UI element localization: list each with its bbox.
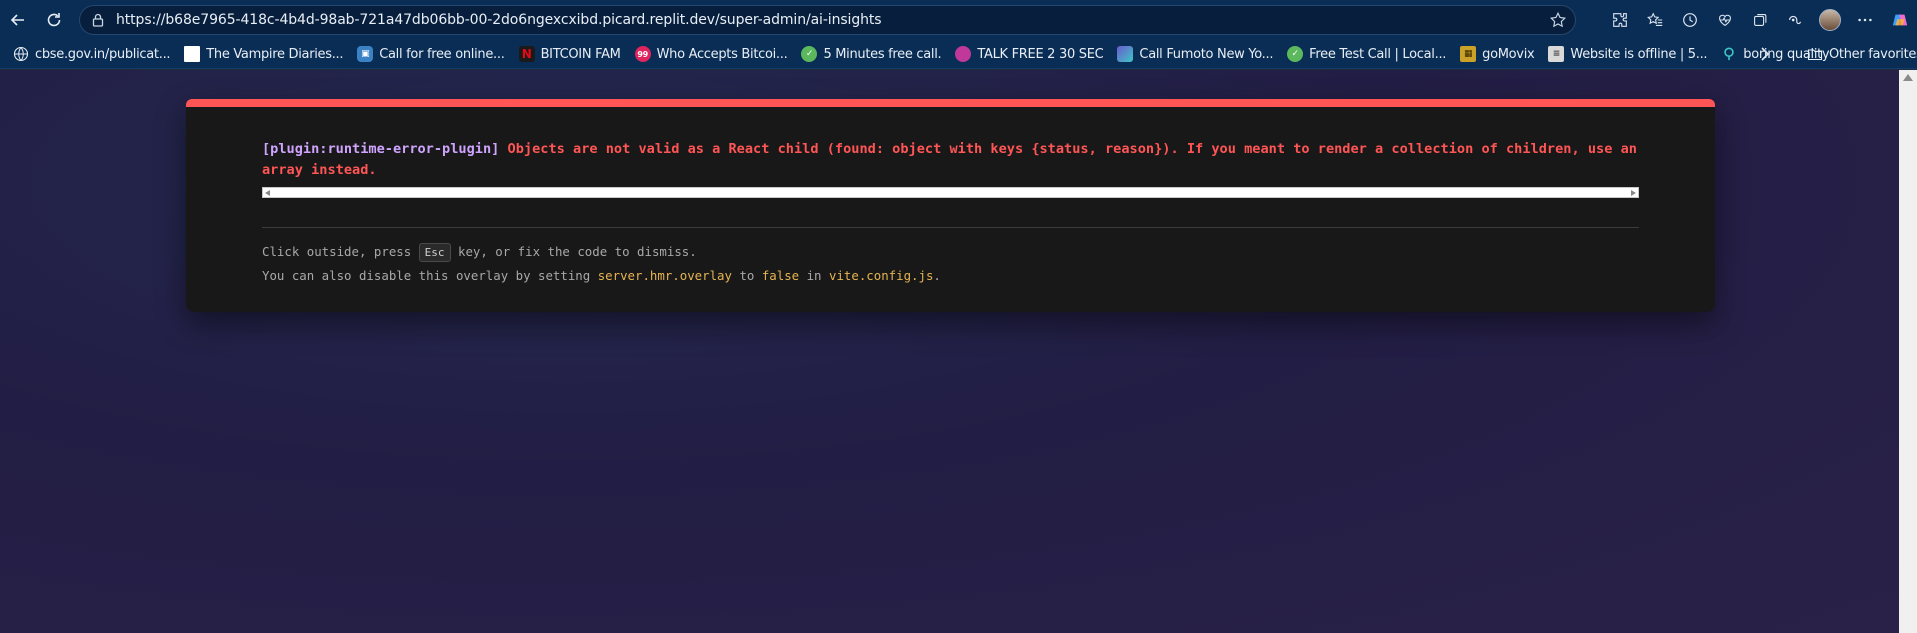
stack-scrollbar[interactable] <box>262 187 1639 198</box>
bookmark-label: cbse.gov.in/publicat... <box>35 46 171 62</box>
bookmark-item[interactable]: ▣ Call for free online... <box>350 42 511 66</box>
bookmark-label: Call for free online... <box>379 46 505 62</box>
history-icon <box>1682 13 1697 27</box>
circle-icon <box>955 46 972 62</box>
tip-text: to <box>731 268 762 283</box>
arrow-left-icon <box>10 14 24 26</box>
error-overlay[interactable]: [plugin:runtime-error-plugin] Objects ar… <box>186 99 1715 312</box>
url-text: https://b68e7965-418c-4b4d-98ab-721a47db… <box>116 12 882 28</box>
toolbar-actions <box>1602 0 1917 40</box>
tip-text: in <box>799 268 829 283</box>
chat-bubble-icon: ✓ <box>1287 46 1304 62</box>
scroll-up-arrow[interactable] <box>1903 74 1913 81</box>
config-file: vite.config.js <box>828 268 934 283</box>
chart-icon <box>1117 46 1134 62</box>
bookmark-label: BITCOIN FAM <box>540 46 621 62</box>
history-button[interactable] <box>1672 2 1707 38</box>
bookmark-item[interactable]: ▦ goMovix <box>1453 42 1541 66</box>
heart-pulse-icon <box>1718 14 1731 27</box>
bookmark-label: TALK FREE 2 30 SEC <box>977 46 1104 62</box>
bookmark-item[interactable]: 99 Who Accepts Bitcoi... <box>628 42 795 66</box>
bookmark-item[interactable]: N BITCOIN FAM <box>512 42 628 66</box>
copilot-button[interactable] <box>1882 2 1917 38</box>
browser-essentials-button[interactable] <box>1777 2 1812 38</box>
site-info-icon[interactable] <box>90 12 106 28</box>
folder-icon <box>1807 46 1823 62</box>
bookmark-item[interactable]: ≡ Website is offline | 5... <box>1541 42 1714 66</box>
other-favorites-label: Other favorites <box>1829 46 1917 62</box>
favorite-star-icon[interactable] <box>1549 11 1567 29</box>
tip-text: You can also disable this overlay by set… <box>262 268 598 283</box>
bookmark-label: 5 Minutes free call. <box>823 46 942 62</box>
url-path: /super-admin/ai-insights <box>715 12 882 28</box>
health-button[interactable] <box>1707 2 1742 38</box>
bookmark-label: goMovix <box>1482 46 1535 62</box>
collections-icon <box>1753 14 1766 26</box>
badge-99-icon: 99 <box>634 46 651 62</box>
back-button[interactable] <box>0 2 36 38</box>
browser-toolbar: https://b68e7965-418c-4b4d-98ab-721a47db… <box>0 0 1917 40</box>
divider <box>262 227 1639 228</box>
bookmark-item[interactable]: TALK FREE 2 30 SEC <box>948 42 1110 66</box>
config-value: false <box>761 268 800 283</box>
error-plugin-name: [plugin:runtime-error-plugin] <box>262 141 500 157</box>
bookmark-item[interactable]: The Vampire Diaries... <box>177 42 350 66</box>
essentials-icon <box>1788 15 1801 25</box>
collections-button[interactable] <box>1742 2 1777 38</box>
bookmark-item[interactable]: ✓ Free Test Call | Local... <box>1280 42 1453 66</box>
avatar <box>1818 9 1841 31</box>
globe-icon <box>13 46 29 62</box>
phone-app-icon: ▣ <box>357 46 374 62</box>
other-favorites-folder[interactable]: Other favorites <box>1800 42 1917 66</box>
chat-bubble-icon: ✓ <box>801 46 818 62</box>
bookmark-label: Website is offline | 5... <box>1570 46 1708 62</box>
url-base: https://b68e7965-418c-4b4d-98ab-721a47db… <box>116 12 715 28</box>
favorites-button[interactable] <box>1637 2 1672 38</box>
scroll-left-arrow[interactable] <box>265 190 270 196</box>
bookmark-label: Free Test Call | Local... <box>1309 46 1447 62</box>
page-scrollbar[interactable] <box>1899 70 1917 633</box>
tip-text: key, or fix the code to dismiss. <box>450 244 697 259</box>
copilot-icon <box>1892 14 1907 26</box>
refresh-icon <box>47 13 61 27</box>
bookmark-item[interactable]: Call Fumoto New Yo... <box>1110 42 1280 66</box>
scroll-right-arrow[interactable] <box>1631 190 1636 196</box>
config-tip: You can also disable this overlay by set… <box>262 268 941 283</box>
blank-page-icon <box>184 46 201 62</box>
document-icon: ≡ <box>1548 46 1565 62</box>
pin-icon <box>1721 46 1737 62</box>
more-icon <box>1857 18 1872 22</box>
bookmark-item[interactable]: ✓ 5 Minutes free call. <box>794 42 948 66</box>
refresh-button[interactable] <box>36 2 72 38</box>
film-icon: ▦ <box>1460 46 1477 62</box>
bookmark-item[interactable]: cbse.gov.in/publicat... <box>6 42 177 66</box>
tip-text: Click outside, press <box>262 244 419 259</box>
error-message: [plugin:runtime-error-plugin] Objects ar… <box>262 139 1652 181</box>
bookmark-label: Who Accepts Bitcoi... <box>656 46 788 62</box>
puzzle-icon <box>1612 13 1627 27</box>
bookmarks-bar: cbse.gov.in/publicat... The Vampire Diar… <box>0 40 1917 69</box>
favorites-list-icon <box>1646 12 1662 26</box>
bookmark-label: The Vampire Diaries... <box>206 46 344 62</box>
netflix-icon: N <box>518 46 535 62</box>
esc-key: Esc <box>418 243 451 262</box>
tip-text: . <box>933 268 941 283</box>
profile-button[interactable] <box>1812 2 1847 38</box>
dismiss-tip: Click outside, press Esc key, or fix the… <box>262 243 697 262</box>
extensions-button[interactable] <box>1602 2 1637 38</box>
chevron-right-icon[interactable] <box>1755 44 1775 64</box>
address-bar[interactable]: https://b68e7965-418c-4b4d-98ab-721a47db… <box>79 5 1576 35</box>
bookmark-label: Call Fumoto New Yo... <box>1139 46 1274 62</box>
config-key: server.hmr.overlay <box>597 268 732 283</box>
settings-menu-button[interactable] <box>1847 2 1882 38</box>
